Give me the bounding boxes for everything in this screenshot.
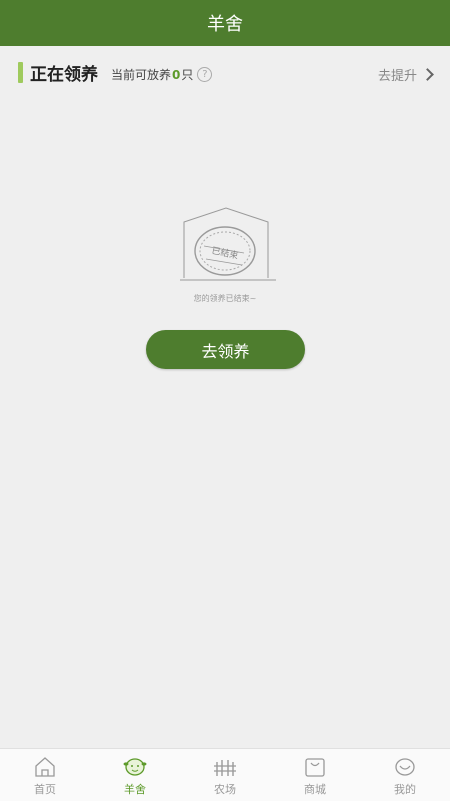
tab-home[interactable]: 首页 [0, 749, 90, 801]
fence-icon [214, 760, 236, 776]
top-bar: 羊舍 [0, 0, 450, 46]
question-circle-icon[interactable]: ? [197, 67, 213, 82]
tab-mine-label: 我的 [394, 783, 416, 796]
sheep-icon [123, 758, 147, 776]
stamp-text: 已结束 [211, 244, 240, 261]
empty-message: 您的领养已结束~ [193, 294, 257, 303]
capacity-suffix: 只 [181, 68, 194, 82]
tab-mall-label: 商城 [304, 783, 326, 796]
tab-sheepfold[interactable]: 羊舍 [90, 749, 180, 801]
chevron-right-icon [421, 68, 434, 81]
tab-farm[interactable]: 农场 [180, 749, 270, 801]
go-adopt-button[interactable]: 去领养 [146, 330, 305, 369]
tab-mine[interactable]: 我的 [360, 749, 450, 801]
tab-sheepfold-label: 羊舍 [124, 783, 146, 796]
home-icon [35, 757, 55, 777]
tab-farm-label: 农场 [214, 783, 236, 796]
capacity-prefix: 当前可放养 [111, 68, 172, 82]
go-adopt-label: 去领养 [201, 341, 250, 361]
upgrade-label: 去提升 [377, 69, 417, 84]
section-title: 正在领养 [30, 65, 98, 85]
tab-mall[interactable]: 商城 [270, 749, 360, 801]
adoption-section-header: 正在领养 当前可放养 0 只 ? 去提升 [0, 46, 450, 102]
upgrade-link[interactable]: 去提升 [377, 65, 434, 84]
shopping-bag-icon [305, 758, 325, 777]
page-title: 羊舍 [207, 14, 243, 35]
capacity-info: 当前可放养 0 只 ? [111, 66, 213, 83]
capacity-count: 0 [172, 67, 181, 82]
bottom-tab-bar: 首页 羊舍 农场 商城 我的 [0, 748, 450, 801]
ended-stamp-illustration: 已结束 [180, 207, 276, 281]
accent-bar [18, 62, 23, 83]
tab-home-label: 首页 [34, 783, 56, 796]
profile-icon [395, 758, 415, 776]
